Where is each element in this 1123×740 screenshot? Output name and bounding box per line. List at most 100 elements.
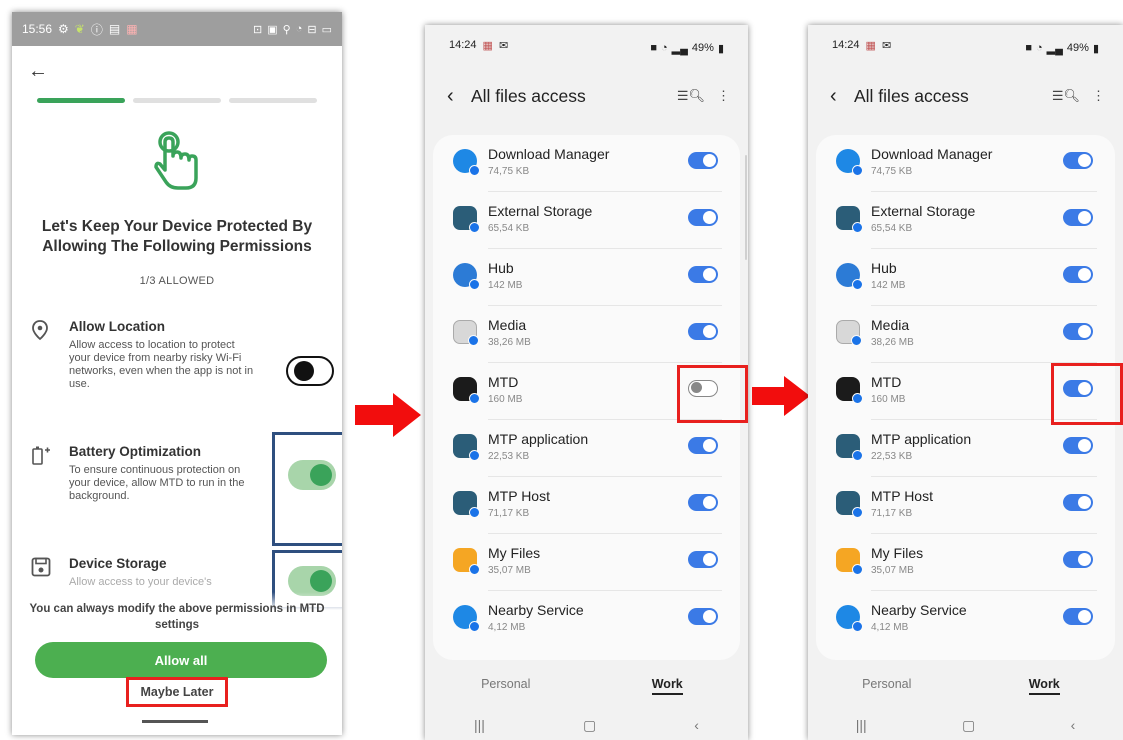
access-toggle[interactable]: [1063, 494, 1093, 511]
app-size: 4,12 MB: [488, 622, 526, 633]
access-toggle[interactable]: [1063, 152, 1093, 169]
access-toggle[interactable]: [688, 551, 718, 568]
home-indicator[interactable]: [142, 720, 208, 723]
progress-step-3: [229, 98, 317, 103]
list-item[interactable]: My Files 35,07 MB: [826, 534, 1107, 591]
location-pin-icon: [30, 319, 52, 341]
media-icon: [836, 320, 862, 346]
home-icon[interactable]: ▢: [962, 717, 975, 734]
toggle-knob: [1078, 610, 1091, 623]
toggle-knob: [1078, 211, 1091, 224]
more-options-icon[interactable]: ⋮: [1092, 88, 1105, 104]
list-item[interactable]: My Files 35,07 MB: [443, 534, 732, 591]
tab-personal[interactable]: Personal: [425, 677, 587, 691]
app-name: Download Manager: [488, 146, 610, 162]
toggle-knob: [703, 553, 716, 566]
app-size: 142 MB: [871, 280, 906, 291]
access-toggle[interactable]: [688, 266, 718, 283]
app-size: 160 MB: [488, 394, 523, 405]
download-manager-icon: [453, 149, 480, 176]
wifi-icon: ◔: [660, 42, 668, 54]
access-toggle[interactable]: [688, 494, 718, 511]
back-icon[interactable]: ‹: [1071, 717, 1076, 734]
list-item[interactable]: MTP Host 71,17 KB: [443, 477, 732, 534]
list-item[interactable]: External Storage 65,54 KB: [443, 192, 732, 249]
list-item[interactable]: Download Manager 74,75 KB: [443, 135, 732, 192]
list-item[interactable]: MTP Host 71,17 KB: [826, 477, 1107, 534]
search-filter-icon[interactable]: ☰🔍︎: [677, 88, 705, 104]
android-icon: [836, 491, 863, 518]
list-item[interactable]: Hub 142 MB: [443, 249, 732, 306]
android-icon: [453, 491, 480, 518]
list-item[interactable]: Nearby Service 4,12 MB: [443, 591, 732, 648]
access-toggle[interactable]: [1063, 608, 1093, 625]
tab-work[interactable]: Work: [966, 677, 1123, 695]
home-icon[interactable]: ▢: [583, 717, 596, 734]
status-bar: 14:24 ▦ ✉ ■ ◔ ▂▄ 49% ▮: [425, 39, 748, 57]
floppy-disk-icon: [30, 556, 52, 578]
status-time: 15:56: [22, 22, 53, 36]
tab-personal[interactable]: Personal: [808, 677, 966, 691]
toggle-knob: [1078, 325, 1091, 338]
list-item[interactable]: Media 38,26 MB: [443, 306, 732, 363]
status-bar: 15:56 ⚙ ❦ ⓘ ▤ ▦ ⊡ ▣ ⚲ ◔ ⊟ ▭: [12, 12, 342, 46]
toggle-knob: [703, 325, 716, 338]
recents-icon[interactable]: |||: [856, 717, 867, 734]
permission-title: Allow Location: [69, 319, 165, 334]
access-toggle[interactable]: [688, 323, 718, 340]
location-toggle[interactable]: [286, 356, 334, 386]
allow-all-button[interactable]: Allow all: [35, 642, 327, 678]
profile-tabs: Personal Work: [808, 677, 1123, 695]
battery-level: 49%: [1066, 42, 1089, 54]
app-name: MTD: [488, 374, 519, 390]
list-item[interactable]: Hub 142 MB: [826, 249, 1107, 306]
app-name: Media: [488, 317, 527, 333]
location-icon: ⚲: [282, 23, 291, 36]
list-item[interactable]: MTP application 22,53 KB: [826, 420, 1107, 477]
list-item[interactable]: Media 38,26 MB: [826, 306, 1107, 363]
info-icon: ⓘ: [90, 22, 103, 37]
hub-icon: [453, 263, 480, 290]
access-toggle[interactable]: [688, 209, 718, 226]
wifi-icon: ◔: [295, 23, 303, 35]
page-title: All files access: [854, 85, 969, 106]
access-toggle[interactable]: [688, 437, 718, 454]
access-toggle[interactable]: [1063, 266, 1093, 283]
scrollbar[interactable]: [745, 155, 747, 260]
app-size: 22,53 KB: [871, 451, 913, 462]
back-arrow-icon[interactable]: ←: [28, 60, 48, 83]
back-chevron-icon[interactable]: ‹: [447, 85, 471, 108]
app-size: 22,53 KB: [488, 451, 530, 462]
more-options-icon[interactable]: ⋮: [717, 88, 730, 104]
all-files-access-screen-before: 14:24 ▦ ✉ ■ ◔ ▂▄ 49% ▮ ‹ All files acces…: [425, 25, 748, 740]
access-toggle[interactable]: [1063, 323, 1093, 340]
notification-icon: ▦: [482, 40, 493, 52]
nearby-service-icon: [453, 605, 480, 632]
signal-icon: ⊟: [307, 23, 317, 36]
tab-work[interactable]: Work: [587, 677, 749, 695]
access-toggle[interactable]: [688, 608, 718, 625]
list-item[interactable]: Download Manager 74,75 KB: [826, 135, 1107, 192]
recents-icon[interactable]: |||: [474, 717, 485, 734]
app-name: External Storage: [488, 203, 593, 219]
app-name: MTD: [871, 374, 902, 390]
app-name: MTP application: [488, 431, 589, 447]
highlight-box: [1051, 363, 1123, 425]
list-item[interactable]: Nearby Service 4,12 MB: [826, 591, 1107, 648]
toggle-knob: [1078, 496, 1091, 509]
access-toggle[interactable]: [1063, 551, 1093, 568]
back-icon[interactable]: ‹: [694, 717, 699, 734]
my-files-icon: [453, 548, 480, 575]
access-toggle[interactable]: [1063, 437, 1093, 454]
access-toggle[interactable]: [1063, 209, 1093, 226]
toggle-knob: [1078, 268, 1091, 281]
access-toggle[interactable]: [688, 152, 718, 169]
back-chevron-icon[interactable]: ‹: [830, 85, 854, 108]
app-size: 74,75 KB: [488, 166, 530, 177]
list-item[interactable]: External Storage 65,54 KB: [826, 192, 1107, 249]
search-filter-icon[interactable]: ☰🔍︎: [1052, 88, 1080, 104]
status-bar: 14:24 ▦ ✉ ■ ◔ ▂▄ 49% ▮: [808, 39, 1123, 57]
app-name: External Storage: [871, 203, 976, 219]
list-item[interactable]: MTP application 22,53 KB: [443, 420, 732, 477]
app-size: 35,07 MB: [871, 565, 914, 576]
